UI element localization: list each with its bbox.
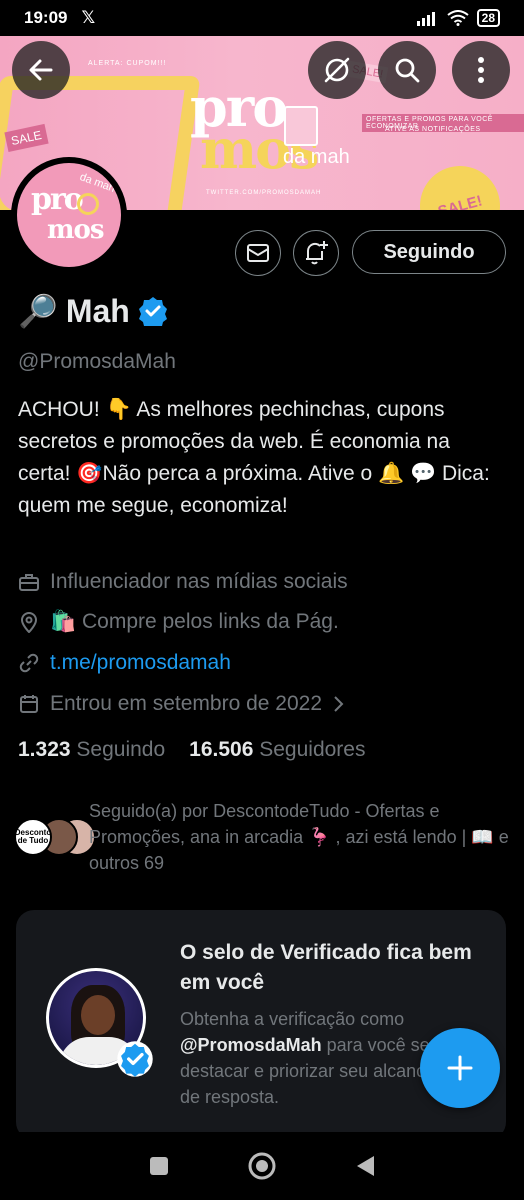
verification-promo-card[interactable]: O selo de Verificado fica bem em você Ob… [16,910,506,1140]
banner-sale-badge: SALE! [411,157,509,210]
back-button[interactable] [12,41,70,99]
search-icon [395,58,420,83]
banner-logo-subtitle: da mah [283,146,350,168]
profile-joined[interactable]: Entrou em setembro de 2022 [18,692,344,716]
followers-stat[interactable]: 16.506 Seguidores [189,738,365,762]
profile-name: Mah [65,292,130,329]
followers-count: 16.506 [189,738,254,761]
chevron-right-icon [334,696,344,712]
search-button[interactable] [378,41,436,99]
battery-indicator: 28 [476,9,500,27]
link-icon [19,653,39,673]
status-bar: 19:09 𝕏 28 [0,0,524,36]
profile-bio: ACHOU! 👇 As melhores pechinchas, cupons … [18,398,490,517]
profile-handle: @PromosdaMah [18,350,176,373]
verification-promo-description: Obtenha a verificação como @PromosdaMah … [180,1006,450,1110]
envelope-icon [247,244,269,262]
banner-alert-text: ALERTA: CUPOM!!! [88,60,167,67]
verification-desc-handle: @PromosdaMah [180,1035,322,1055]
plus-icon [447,1055,473,1081]
profile-name-row: 🔎 Mah [18,292,168,330]
compose-post-button[interactable] [420,1028,500,1108]
back-nav-button[interactable] [354,1154,376,1178]
calendar-icon [20,695,38,713]
home-button[interactable] [247,1151,277,1181]
verified-badge-icon [117,1041,153,1077]
avatar-logo-pro: pro [31,182,84,217]
magnifier-icon [77,193,99,215]
profile-link[interactable]: t.me/promosdamah [18,651,231,675]
grok-button[interactable] [308,41,366,99]
profile-stats: 1.323 Seguindo 16.506 Seguidores [18,738,365,762]
notifications-button[interactable] [293,230,339,276]
verification-promo-title: O selo de Verificado fica bem em você [180,941,472,994]
profile-avatar[interactable]: da mah pro mos [11,157,127,273]
following-count: 1.323 [18,738,71,761]
profile-category-text: Influenciador nas mídias sociais [50,570,348,593]
wifi-icon [447,10,469,26]
profile-location-text: 🛍️ Compre pelos links da Pág. [50,610,339,633]
followers-label: Seguidores [259,738,366,761]
avatar-logo-mos: mos [47,215,104,245]
following-label: Seguindo [76,738,166,761]
system-navigation-bar [0,1132,524,1200]
more-options-button[interactable] [452,41,510,99]
profile-joined-text: Entrou em setembro de 2022 [50,692,322,715]
profile-category: Influenciador nas mídias sociais [18,570,348,594]
avatar-logo-damah: da mah [78,171,117,195]
follower-avatar-1: Desconto de Tudo [14,818,52,856]
verified-badge-icon [138,297,167,326]
signal-icon [416,12,435,26]
followed-by-text: Seguido(a) por DescontodeTudo - Ofertas … [89,801,509,873]
x-logo-icon: 𝕏 [81,8,96,27]
shopping-bag-icon [284,106,318,146]
recent-apps-button[interactable] [148,1155,170,1177]
banner-handle: TWITTER.COM/PROMOSDAMAH [206,190,322,196]
status-time: 19:09 [24,8,68,27]
avatar-image: da mah pro mos [17,163,121,267]
banner-notification-text: ATIVE AS NOTIFICAÇÕES [385,126,481,133]
magnifier-emoji: 🔎 [18,293,58,329]
bell-plus-icon [306,241,328,265]
followed-by-avatars: Desconto de Tudo [14,818,96,858]
location-pin-icon [20,612,38,633]
profile-link-text[interactable]: t.me/promosdamah [50,651,231,675]
briefcase-icon [19,574,39,591]
following-stat[interactable]: 1.323 Seguindo [18,738,165,762]
arrow-left-icon [29,59,53,81]
following-button[interactable]: Seguindo [352,230,506,274]
verification-desc-prefix: Obtenha a verificação como [180,1009,405,1029]
more-vertical-icon [478,57,484,83]
message-button[interactable] [235,230,281,276]
profile-location: 🛍️ Compre pelos links da Pág. [18,610,339,634]
grok-icon [324,57,350,83]
